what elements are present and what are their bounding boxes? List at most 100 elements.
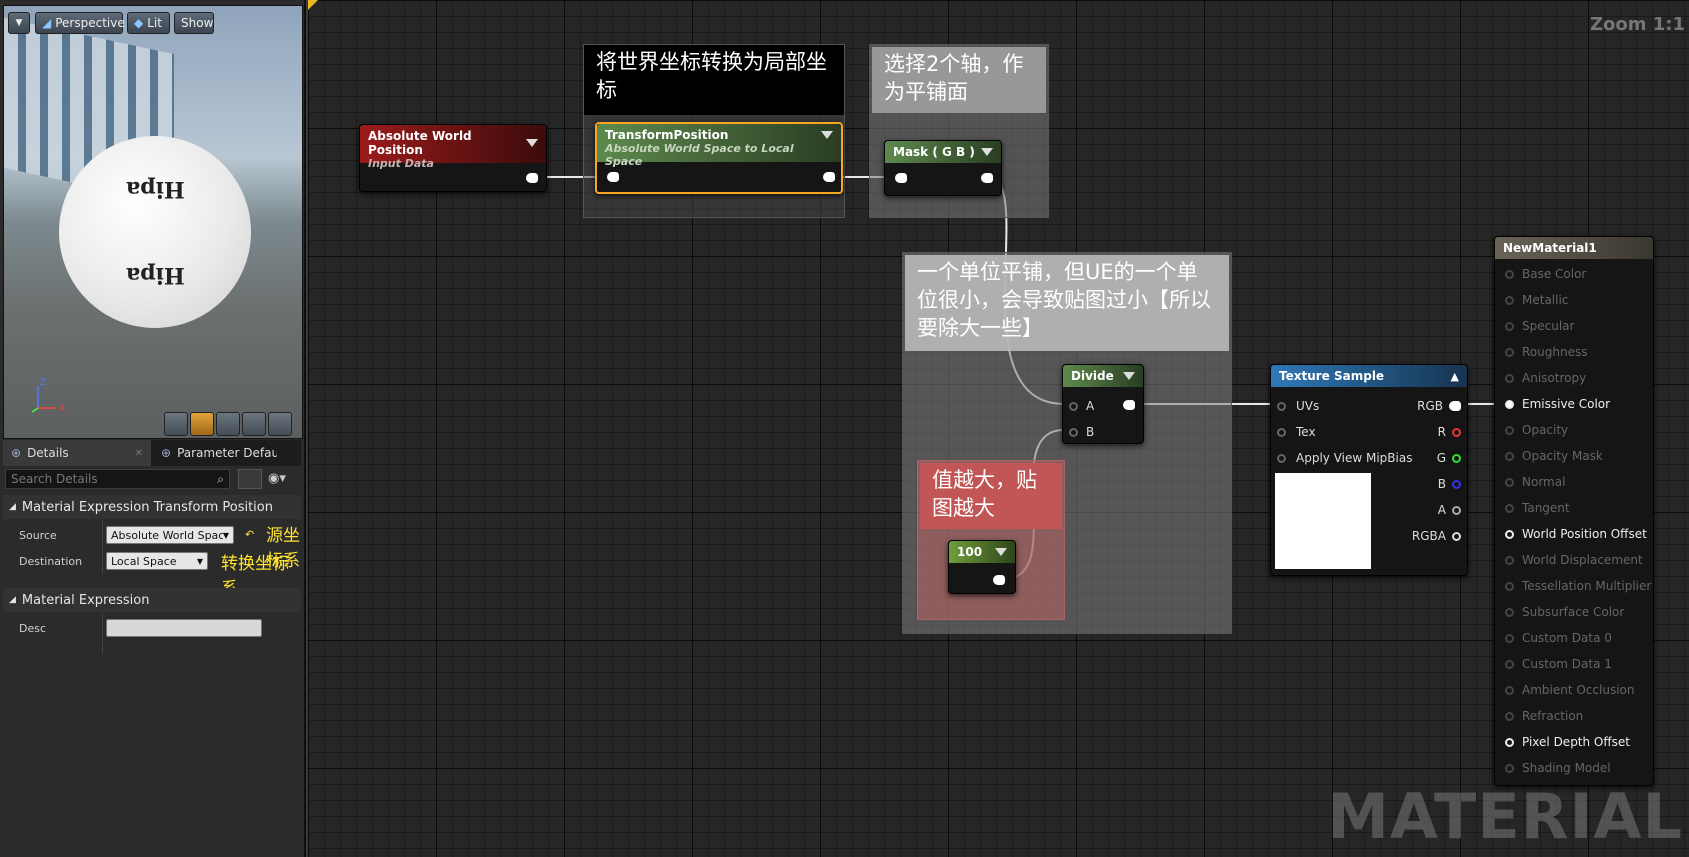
input-pin-icon[interactable]	[1505, 425, 1514, 435]
collapse-triangle-icon[interactable]	[981, 148, 993, 156]
node-mask[interactable]: Mask ( G B )	[884, 140, 1002, 196]
input-pin-icon[interactable]	[1505, 685, 1514, 695]
desc-input[interactable]	[106, 619, 262, 637]
view-options-icon[interactable]	[238, 469, 262, 489]
cylinder-preview-icon[interactable]	[164, 412, 188, 436]
tex-output-rgba[interactable]: RGBA	[1412, 529, 1461, 543]
input-pin-icon[interactable]	[1505, 503, 1514, 513]
input-pin-icon[interactable]	[607, 172, 619, 182]
output-pin-icon[interactable]	[1123, 400, 1135, 410]
tab-details[interactable]: ⊕ Details ✕	[3, 440, 151, 466]
tex-output-g[interactable]: G	[1437, 451, 1461, 465]
material-input-row[interactable]: Emissive Color	[1505, 397, 1610, 411]
material-input-row[interactable]: Ambient Occlusion	[1505, 683, 1634, 697]
input-pin-icon[interactable]	[1505, 269, 1514, 279]
tex-input-mipbias[interactable]: Apply View MipBias	[1277, 451, 1412, 465]
material-input-row[interactable]: Anisotropy	[1505, 371, 1586, 385]
reset-arrow-icon[interactable]: ↶	[245, 528, 254, 541]
input-pin-icon[interactable]	[1505, 607, 1514, 617]
output-pin-icon[interactable]	[1452, 427, 1461, 437]
output-pin-icon[interactable]	[526, 173, 538, 183]
input-pin-icon[interactable]	[1277, 427, 1286, 437]
material-input-row[interactable]: Opacity Mask	[1505, 449, 1603, 463]
node-new-material[interactable]: NewMaterial1 Base Color Metallic Specular R…	[1494, 236, 1654, 786]
collapse-triangle-icon[interactable]	[995, 548, 1007, 556]
output-pin-icon[interactable]	[1452, 479, 1461, 489]
input-pin-icon[interactable]	[1505, 581, 1514, 591]
input-pin-icon[interactable]	[1505, 399, 1514, 409]
material-input-row[interactable]: Pixel Depth Offset	[1505, 735, 1630, 749]
section-material-expression[interactable]: ◢ Material Expression	[3, 588, 301, 612]
output-pin-icon[interactable]	[993, 575, 1005, 585]
input-pin-icon[interactable]	[1505, 737, 1514, 747]
input-pin-icon[interactable]	[1505, 347, 1514, 357]
material-input-row[interactable]: Shading Model	[1505, 761, 1611, 775]
input-pin-icon[interactable]	[1505, 659, 1514, 669]
material-input-row[interactable]: World Displacement	[1505, 553, 1643, 567]
preview-viewport[interactable]: Hipa Hipa ▼ ◢ Perspective ◆ Lit Show Z X	[3, 5, 303, 439]
search-details-input[interactable]: Search Details ⌕	[5, 469, 230, 489]
lit-button[interactable]: ◆ Lit	[127, 12, 170, 34]
node-texture-sample[interactable]: Texture Sample ▲ UVs Tex Apply View MipB…	[1270, 364, 1468, 576]
input-pin-icon[interactable]	[1505, 711, 1514, 721]
node-transform-position[interactable]: TransformPosition Absolute World Space t…	[595, 122, 843, 194]
input-pin-icon[interactable]	[1505, 321, 1514, 331]
input-pin-icon[interactable]	[1505, 373, 1514, 383]
tex-output-rgb[interactable]: RGB	[1417, 399, 1461, 413]
material-input-row[interactable]: Custom Data 1	[1505, 657, 1612, 671]
input-pin-icon[interactable]	[1505, 295, 1514, 305]
section-transform-position[interactable]: ◢ Material Expression Transform Position	[3, 495, 301, 519]
material-input-row[interactable]: Custom Data 0	[1505, 631, 1612, 645]
node-constant-100[interactable]: 100	[948, 540, 1016, 594]
collapse-up-icon[interactable]: ▲	[1451, 370, 1459, 383]
input-pin-icon[interactable]	[1505, 529, 1514, 539]
cube-preview-icon[interactable]	[242, 412, 266, 436]
tex-output-r[interactable]: R	[1438, 425, 1461, 439]
collapse-triangle-icon[interactable]	[526, 139, 538, 147]
material-input-row[interactable]: Normal	[1505, 475, 1565, 489]
output-pin-icon[interactable]	[1452, 531, 1461, 541]
output-pin-icon[interactable]	[823, 172, 835, 182]
input-pin-icon[interactable]	[1069, 401, 1078, 411]
tex-output-b[interactable]: B	[1438, 477, 1461, 491]
node-absolute-world-position[interactable]: Absolute World Position Input Data	[359, 124, 547, 192]
collapse-triangle-icon[interactable]	[821, 131, 833, 139]
collapse-triangle-icon[interactable]	[1123, 372, 1135, 380]
material-input-row[interactable]: Base Color	[1505, 267, 1586, 281]
perspective-button[interactable]: ◢ Perspective	[35, 12, 125, 34]
input-pin-icon[interactable]	[1505, 451, 1514, 461]
material-input-row[interactable]: Roughness	[1505, 345, 1587, 359]
tex-input-tex[interactable]: Tex	[1277, 425, 1316, 439]
divide-input-a[interactable]: A	[1069, 399, 1094, 413]
node-divide[interactable]: Divide A B	[1062, 364, 1144, 444]
close-icon[interactable]: ✕	[135, 448, 143, 459]
custom-mesh-preview-icon[interactable]	[268, 412, 292, 436]
material-graph[interactable]: Zoom 1:1 MATERIAL 将世界坐标转换为局部坐标 选择2个轴，作为平…	[306, 0, 1689, 857]
input-pin-icon[interactable]	[1277, 453, 1286, 463]
output-pin-icon[interactable]	[981, 173, 993, 183]
material-input-row[interactable]: Tessellation Multiplier	[1505, 579, 1651, 593]
material-input-row[interactable]: Specular	[1505, 319, 1574, 333]
source-dropdown[interactable]: Absolute World Space ▼	[106, 526, 234, 544]
material-input-row[interactable]: Metallic	[1505, 293, 1568, 307]
material-input-row[interactable]: Subsurface Color	[1505, 605, 1624, 619]
input-pin-icon[interactable]	[1505, 633, 1514, 643]
show-button[interactable]: Show	[174, 12, 214, 34]
material-input-row[interactable]: World Position Offset	[1505, 527, 1647, 541]
input-pin-icon[interactable]	[1505, 763, 1514, 773]
output-pin-icon[interactable]	[1452, 453, 1461, 463]
sphere-preview-icon[interactable]	[190, 412, 214, 436]
tab-parameter-defaults[interactable]: ⊕ Parameter Defaults	[153, 440, 301, 466]
tex-output-a[interactable]: A	[1438, 503, 1461, 517]
destination-dropdown[interactable]: Local Space ▼	[106, 552, 208, 570]
input-pin-icon[interactable]	[1505, 477, 1514, 487]
output-pin-icon[interactable]	[1449, 401, 1461, 411]
eye-icon[interactable]: ◉▾	[268, 471, 286, 486]
plane-preview-icon[interactable]	[216, 412, 240, 436]
input-pin-icon[interactable]	[1505, 555, 1514, 565]
divide-input-b[interactable]: B	[1069, 425, 1094, 439]
material-input-row[interactable]: Refraction	[1505, 709, 1583, 723]
material-input-row[interactable]: Opacity	[1505, 423, 1568, 437]
output-pin-icon[interactable]	[1452, 505, 1461, 515]
tex-input-uvs[interactable]: UVs	[1277, 399, 1319, 413]
